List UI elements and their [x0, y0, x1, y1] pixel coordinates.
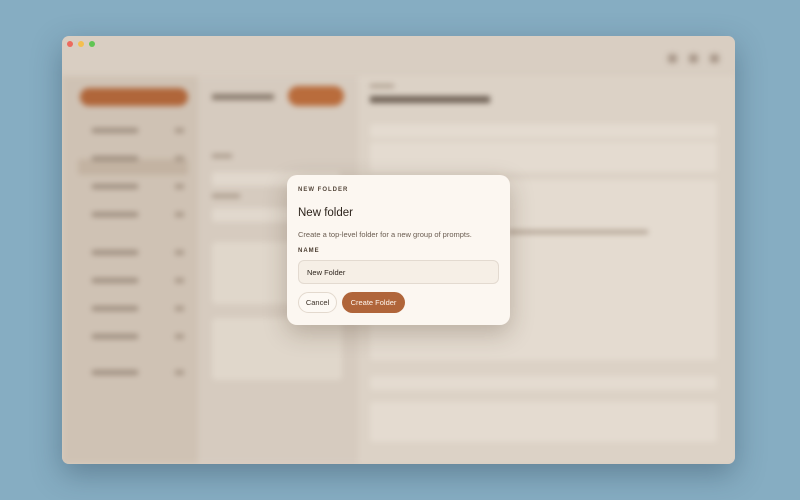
sidebar-item [84, 304, 184, 314]
create-folder-button[interactable]: Create Folder [342, 292, 405, 313]
sidebar-primary-button [80, 88, 188, 106]
folder-name-input[interactable] [298, 260, 499, 284]
toolbar-icon [689, 54, 698, 63]
sidebar [62, 76, 198, 464]
detail-field [370, 124, 717, 138]
name-field-label: NAME [298, 248, 320, 254]
sidebar-item [84, 126, 184, 136]
sidebar-item [84, 210, 184, 220]
sidebar-item [84, 248, 184, 258]
detail-toolbar [370, 376, 717, 390]
detail-title [370, 96, 490, 103]
field-label [212, 154, 232, 158]
sidebar-item [84, 368, 184, 378]
close-window-button[interactable] [67, 41, 73, 47]
sidebar-item [84, 154, 184, 164]
toolbar-icon [668, 54, 677, 63]
zoom-window-button[interactable] [89, 41, 95, 47]
detail-meta [370, 402, 717, 442]
list-pane-title [212, 94, 274, 100]
sidebar-item [84, 276, 184, 286]
minimize-window-button[interactable] [78, 41, 84, 47]
list-pane-button [288, 86, 344, 106]
detail-field [370, 142, 717, 172]
dialog-title: New folder [298, 207, 353, 219]
dialog-description: Create a top-level folder for a new grou… [298, 230, 472, 239]
blurred-toolbar-icons [668, 54, 719, 63]
sidebar-item [84, 182, 184, 192]
cancel-button[interactable]: Cancel [298, 292, 337, 313]
new-folder-dialog: NEW FOLDER New folder Create a top-level… [287, 175, 510, 325]
list-item [212, 318, 342, 380]
sidebar-item [84, 332, 184, 342]
toolbar-icon [710, 54, 719, 63]
field-label [212, 194, 240, 198]
dialog-eyebrow: NEW FOLDER [298, 187, 349, 193]
window-controls [67, 41, 95, 47]
detail-text-line [508, 230, 648, 234]
detail-eyebrow [370, 84, 394, 88]
